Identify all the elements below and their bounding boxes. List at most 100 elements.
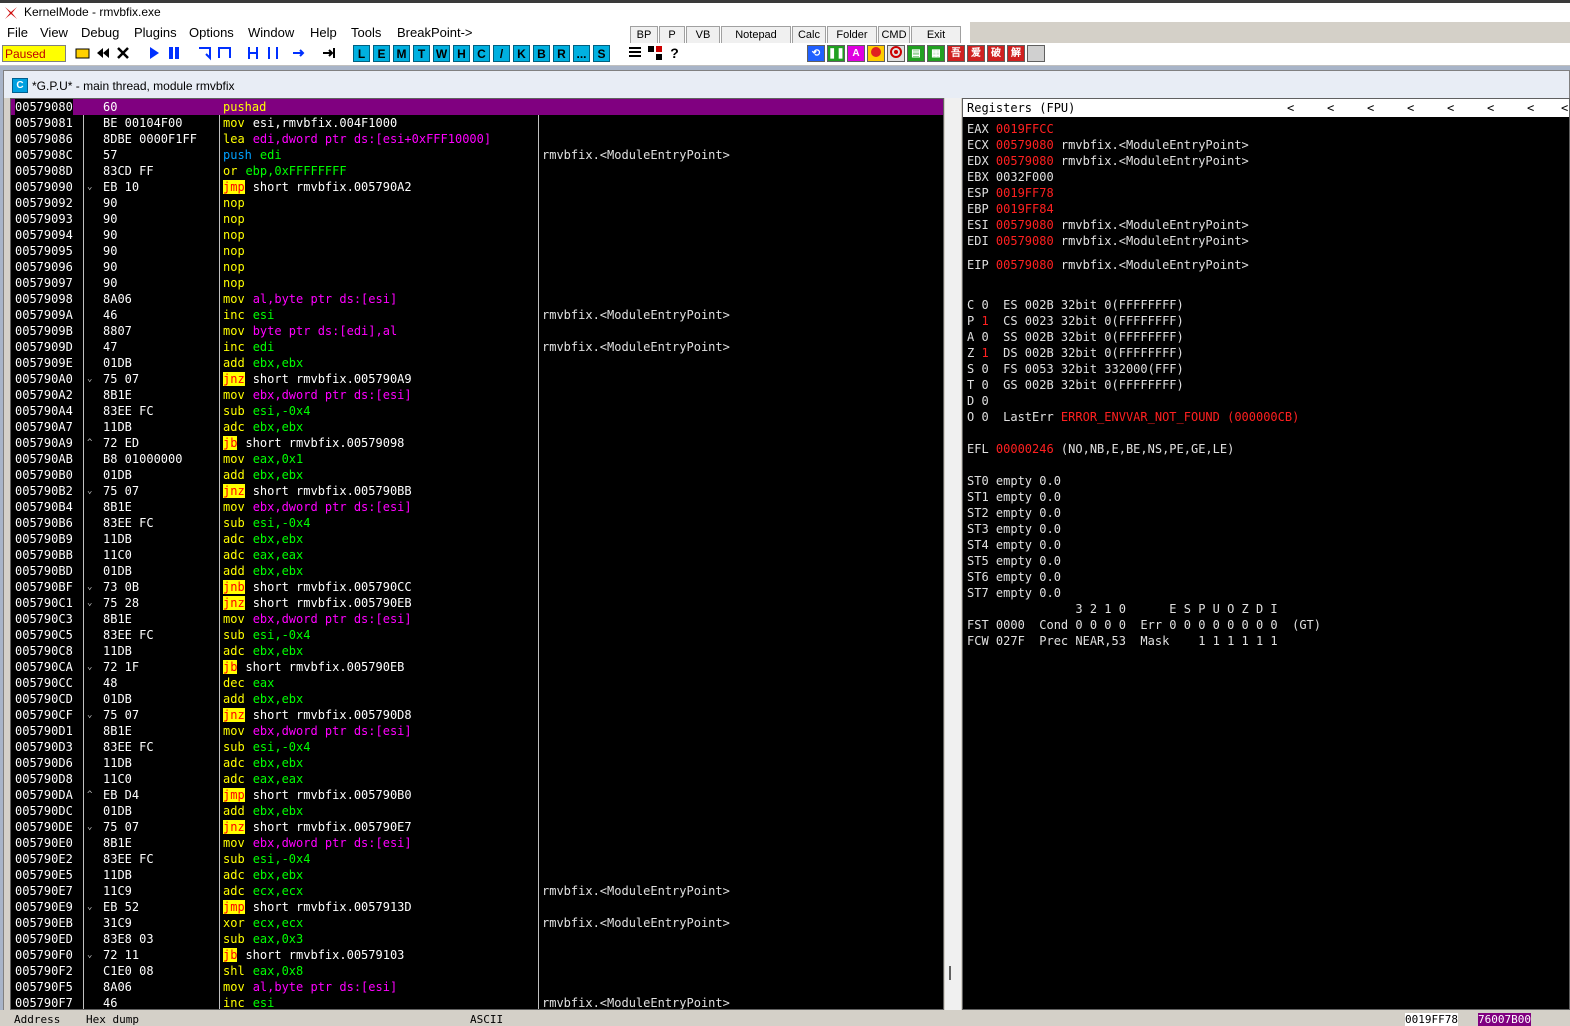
wu-glyph[interactable]: 吾 xyxy=(947,45,965,62)
disasm-row[interactable]: 005790CC 48 dec eax xyxy=(11,675,943,691)
disasm-row[interactable]: 0057909E 01DB add ebx,ebx xyxy=(11,355,943,371)
disasm-row[interactable]: 00579086 8DBE 0000F1FF lea edi,dword ptr ds… xyxy=(11,131,943,147)
register-line[interactable]: ST0 empty 0.0 xyxy=(967,473,1061,489)
disasm-row[interactable]: 005790B4 8B1E mov ebx,dword ptr ds:[esi] xyxy=(11,499,943,515)
help-icon[interactable]: ? xyxy=(666,45,683,62)
disasm-row[interactable]: 005790F2 C1E0 08 shl eax,0x8 xyxy=(11,963,943,979)
menu-plugins[interactable]: Plugins xyxy=(134,25,177,40)
run-icon[interactable] xyxy=(145,45,162,62)
disasm-row[interactable]: 005790A0 ⌄ 75 07 jnz short rmvbfix.005790A9 xyxy=(11,371,943,387)
menu-debug[interactable]: Debug xyxy=(81,25,119,40)
register-line[interactable]: EFL 00000246 (NO,NB,E,BE,NS,PE,GE,LE) xyxy=(967,441,1234,457)
nav-left-button[interactable]: < xyxy=(1407,99,1414,117)
disasm-row[interactable]: 005790E0 8B1E mov ebx,dword ptr ds:[esi] xyxy=(11,835,943,851)
step-into-icon[interactable] xyxy=(196,45,213,62)
register-line[interactable]: EIP 00579080 rmvbfix.<ModuleEntryPoint> xyxy=(967,257,1249,273)
disasm-row[interactable]: 005790A9 ^ 72 ED jb short rmvbfix.00579098 xyxy=(11,435,943,451)
calc-button[interactable]: Calc xyxy=(792,26,826,44)
sheet-icon[interactable]: ▤ xyxy=(907,45,925,62)
register-line[interactable]: ST2 empty 0.0 xyxy=(967,505,1061,521)
disasm-row[interactable]: 005790E5 11DB adc ebx,ebx xyxy=(11,867,943,883)
pause-icon[interactable] xyxy=(165,45,182,62)
disasm-row[interactable]: 005790B9 11DB adc ebx,ebx xyxy=(11,531,943,547)
disasm-row[interactable]: 005790F5 8A06 mov al,byte ptr ds:[esi] xyxy=(11,979,943,995)
step-over-icon[interactable] xyxy=(216,45,233,62)
nav-left-button[interactable]: < xyxy=(1527,99,1534,117)
register-line[interactable]: ECX 00579080 rmvbfix.<ModuleEntryPoint> xyxy=(967,137,1249,153)
trace-into-icon[interactable] xyxy=(244,45,261,62)
disasm-row[interactable]: 005790F0 ⌄ 72 11 jb short rmvbfix.00579103 xyxy=(11,947,943,963)
disasm-row[interactable]: 005790D1 8B1E mov ebx,dword ptr ds:[esi] xyxy=(11,723,943,739)
disasm-row[interactable]: 005790B0 01DB add ebx,ebx xyxy=(11,467,943,483)
disasm-row[interactable]: 005790EB 31C9 xor ecx,ecx rmvbfix.<ModuleEnt… xyxy=(11,915,943,931)
menu-file[interactable]: File xyxy=(7,25,28,40)
registers-header[interactable]: Registers (FPU) < < < < < < < < xyxy=(963,99,1569,117)
grid-icon[interactable] xyxy=(646,45,663,62)
register-line[interactable]: EBX 0032F000 xyxy=(967,169,1054,185)
nav-left-button[interactable]: < xyxy=(1447,99,1454,117)
disasm-row[interactable]: 005790D3 83EE FC sub esi,-0x4 xyxy=(11,739,943,755)
menu-help[interactable]: Help xyxy=(310,25,337,40)
register-line[interactable]: EDI 00579080 rmvbfix.<ModuleEntryPoint> xyxy=(967,233,1249,249)
disasm-row[interactable]: 00579081 BE 00104F00 mov esi,rmvbfix.004F10… xyxy=(11,115,943,131)
register-line[interactable]: EAX 0019FFCC xyxy=(967,121,1054,137)
calculator-icon[interactable]: ▦ xyxy=(927,45,945,62)
disasm-row[interactable]: 005790C8 11DB adc ebx,ebx xyxy=(11,643,943,659)
registers-pane[interactable]: Registers (FPU) < < < < < < < < EAX 0019… xyxy=(962,98,1570,1010)
disasm-row[interactable]: 005790DA ^ EB D4 jmp short rmvbfix.005790B0 xyxy=(11,787,943,803)
register-line[interactable]: T 0 GS 002B 32bit 0(FFFFFFFF) xyxy=(967,377,1184,393)
target-icon[interactable] xyxy=(887,45,905,62)
disasm-row[interactable]: 005790C5 83EE FC sub esi,-0x4 xyxy=(11,627,943,643)
disasm-row[interactable]: 005790AB B8 01000000 mov eax,0x1 xyxy=(11,451,943,467)
disasm-row[interactable]: 005790DC 01DB add ebx,ebx xyxy=(11,803,943,819)
references-window-button[interactable]: R xyxy=(553,45,570,62)
cmd-button[interactable]: CMD xyxy=(878,26,910,44)
disasm-row[interactable]: 0057908D 83CD FF or ebp,0xFFFFFFFF xyxy=(11,163,943,179)
register-line[interactable]: ST7 empty 0.0 xyxy=(967,585,1061,601)
disasm-row[interactable]: 005790BB 11C0 adc eax,eax xyxy=(11,547,943,563)
notepad-button[interactable]: Notepad xyxy=(721,26,791,44)
vb-button[interactable]: VB xyxy=(686,26,720,44)
disasm-row[interactable]: 005790B6 83EE FC sub esi,-0x4 xyxy=(11,515,943,531)
disasm-row[interactable]: 005790A4 83EE FC sub esi,-0x4 xyxy=(11,403,943,419)
disasm-row[interactable]: 00579093 90 nop xyxy=(11,211,943,227)
disasm-row[interactable]: 005790BF ⌄ 73 0B jnb short rmvbfix.005790CC xyxy=(11,579,943,595)
exit-button[interactable]: Exit xyxy=(911,26,961,44)
disasm-row[interactable]: 005790E7 11C9 adc ecx,ecx rmvbfix.<ModuleEnt… xyxy=(11,883,943,899)
ai-glyph[interactable]: 爱 xyxy=(967,45,985,62)
register-line[interactable]: A 0 SS 002B 32bit 0(FFFFFFFF) xyxy=(967,329,1184,345)
threads-window-button[interactable]: T xyxy=(413,45,430,62)
disasm-row[interactable]: 00579098 8A06 mov al,byte ptr ds:[esi] xyxy=(11,291,943,307)
refresh-icon[interactable]: ⟲ xyxy=(807,45,825,62)
register-line[interactable]: ESI 00579080 rmvbfix.<ModuleEntryPoint> xyxy=(967,217,1249,233)
disasm-row[interactable]: 00579094 90 nop xyxy=(11,227,943,243)
disasm-row[interactable]: 005790F7 46 inc esi rmvbfix.<ModuleEntryPoin… xyxy=(11,995,943,1009)
disassembly-scrollbar[interactable] xyxy=(945,98,961,1010)
blank-plugin-icon[interactable] xyxy=(1027,45,1045,62)
register-line[interactable]: D 0 xyxy=(967,393,989,409)
disasm-row[interactable]: 0057909A 46 inc esi rmvbfix.<ModuleEntryPoin… xyxy=(11,307,943,323)
register-line[interactable]: C 0 ES 002B 32bit 0(FFFFFFFF) xyxy=(967,297,1184,313)
cpu-window-button[interactable]: C xyxy=(473,45,490,62)
register-line[interactable]: ST6 empty 0.0 xyxy=(967,569,1061,585)
list-icon[interactable] xyxy=(626,45,643,62)
register-line[interactable]: ST5 empty 0.0 xyxy=(967,553,1061,569)
stack-value[interactable]: 76007B00 xyxy=(1478,1013,1531,1026)
goto-icon[interactable] xyxy=(320,45,337,62)
run-trace-window-button[interactable]: ... xyxy=(573,45,590,62)
disasm-row[interactable]: 005790C1 ⌄ 75 28 jnz short rmvbfix.005790EB xyxy=(11,595,943,611)
register-line[interactable]: S 0 FS 0053 32bit 332000(FFF) xyxy=(967,361,1184,377)
disasm-row[interactable]: 005790B2 ⌄ 75 07 jnz short rmvbfix.005790BB xyxy=(11,483,943,499)
disasm-row[interactable]: 00579090 ⌄ EB 10 jmp short rmvbfix.005790A2 xyxy=(11,179,943,195)
disasm-row[interactable]: 00579092 90 nop xyxy=(11,195,943,211)
disasm-row[interactable]: 005790ED 83E8 03 sub eax,0x3 xyxy=(11,931,943,947)
nav-left-button[interactable]: < xyxy=(1327,99,1334,117)
menu-window[interactable]: Window xyxy=(248,25,294,40)
register-line[interactable]: ESP 0019FF78 xyxy=(967,185,1054,201)
disasm-row[interactable]: 005790CD 01DB add ebx,ebx xyxy=(11,691,943,707)
patches-window-button[interactable]: / xyxy=(493,45,510,62)
menu-view[interactable]: View xyxy=(40,25,68,40)
disasm-row[interactable]: 005790CA ⌄ 72 1F jb short rmvbfix.005790EB xyxy=(11,659,943,675)
execute-till-return-icon[interactable] xyxy=(290,45,307,62)
disasm-row[interactable]: 005790D8 11C0 adc eax,eax xyxy=(11,771,943,787)
